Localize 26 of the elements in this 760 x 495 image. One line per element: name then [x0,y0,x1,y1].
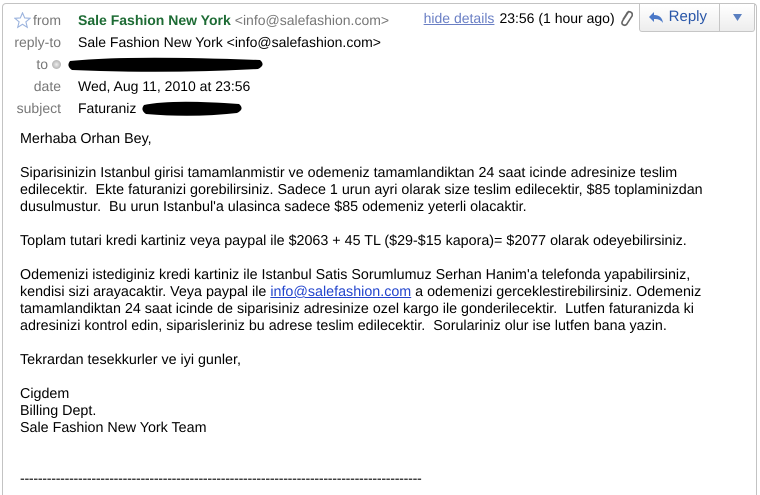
sender-name: Sale Fashion New York [78,11,231,30]
paragraph: Merhaba Orhan Bey, [20,131,153,148]
hide-details-link[interactable]: hide details [424,8,494,28]
field-label: subject [16,99,61,118]
field-label: reply-to [14,33,61,52]
paragraph: Tekrardan tesekkurler ve iyi gunler, [20,352,242,369]
field-label: from [33,11,61,30]
field-label: date [34,77,61,96]
star-icon[interactable] [14,12,31,28]
paragraph: Siparisinizin Istanbul girisi tamamlanmistir ve odemeniz tamamlandiktan 24 saat icinde adresinize teslim edilecektir. Ekte faturanizi gorebilirsiniz. Sadece 1 urun ayri olarak size teslim edilecektir, $85 toplaminizdan dusulmustur. Bu urun Istanbul'a ulasinca sadece $85 odemeniz yeterli olacaktir. [20,165,704,216]
date-text: Wed, Aug 11, 2010 at 23:56 [78,77,250,96]
reply-to-address: Sale Fashion New York <info@salefashion.com> [78,33,381,52]
contact-status-icon [52,60,61,68]
sender-email: <info@salefashion.com> [234,11,390,30]
subject-text: Faturaniz [78,99,136,118]
timestamp: 23:56 (1 hour ago) [499,8,615,28]
paragraph: Odemenizi istediginiz kredi kartiniz ile Istanbul Satis Sorumlumuz Serhan Hanim'a telefonda yapabilirsiniz, kendisi sizi arayacaktir. Veya paypal ile info@salefashion.com a odemenizi gerceklestirebilirsiniz. Odemeniz tamamlandiktan 24 saat icinde de siparisiniz adresinize ozel kargo ile gonderilecektir. Lutfen faturanizda ki adresinizi kontrol edin, siparisleriniz bu adrese teslim edilecektir. Sorulariniz olur ise lutfen bana yazin. [20,267,702,335]
dropdown-button[interactable] [720,4,755,32]
paragraph: Cigdem Billing Dept. Sale Fashion New York Team [20,386,208,437]
reply-arrow-icon [648,11,664,24]
caret-icon [732,14,742,21]
separator-line: ------------------------------------------------------------------------------------------ [20,471,422,488]
paragraph: Toplam tutari kredi kartiniz veya paypal ile $2063 + 45 TL ($29-$15 kapora)= $2077 olarak odeyebilirsiniz. [20,233,688,250]
email-link[interactable]: info@salefashion.com [270,284,412,300]
reply-button[interactable]: Reply [638,4,720,32]
field-label: to [36,55,48,74]
